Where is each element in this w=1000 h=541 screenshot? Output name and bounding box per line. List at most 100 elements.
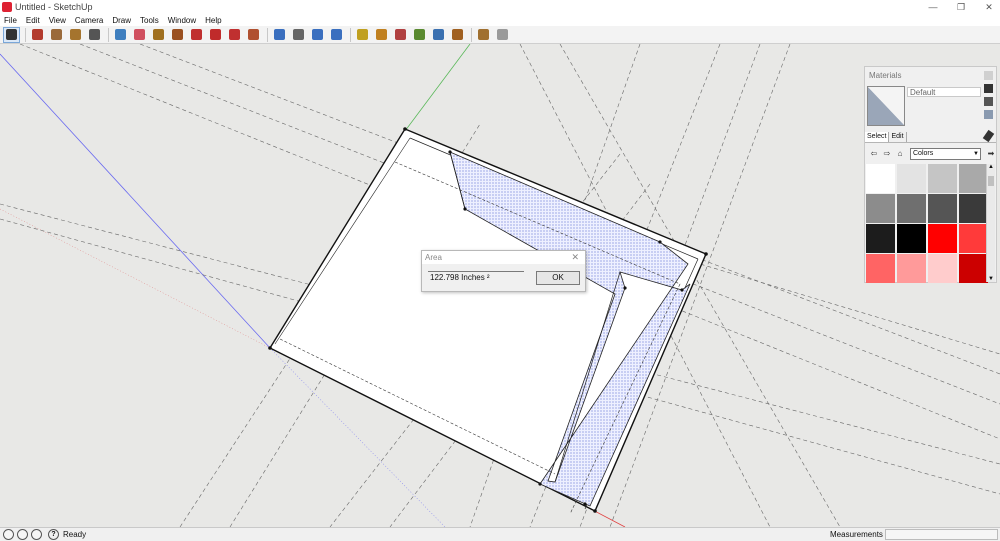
geo-location-status-icon[interactable] — [3, 529, 14, 540]
scroll-down-icon[interactable]: ▼ — [988, 276, 994, 282]
menu-tools[interactable]: Tools — [140, 16, 159, 25]
style-builder-button[interactable] — [475, 27, 492, 43]
close-icon[interactable]: ✕ — [571, 252, 579, 263]
color-swatch[interactable] — [897, 224, 926, 253]
extension-warehouse-button[interactable] — [392, 27, 409, 43]
sketchup-window: Untitled - SketchUp — ❐ ✕ File Edit View… — [0, 0, 1000, 541]
tab-edit[interactable]: Edit — [889, 132, 907, 142]
material-tabs: Select Edit — [865, 132, 996, 143]
geo-location-button[interactable] — [411, 27, 428, 43]
details-arrow-icon[interactable]: ➡ — [986, 149, 996, 159]
menu-draw[interactable]: Draw — [112, 16, 131, 25]
restore-button[interactable]: ❐ — [956, 2, 966, 13]
color-swatch[interactable] — [928, 254, 957, 283]
scrollbar-thumb[interactable] — [988, 176, 994, 186]
minimize-button[interactable]: — — [928, 2, 938, 12]
color-swatch[interactable] — [928, 224, 957, 253]
menu-bar: File Edit View Camera Draw Tools Window … — [0, 14, 1000, 26]
library-select[interactable]: Colors ▼ — [910, 148, 981, 160]
arc-tool-icon — [89, 29, 100, 40]
pan-tool-button[interactable] — [290, 27, 307, 43]
library-select-value: Colors — [913, 150, 934, 157]
back-arrow-icon[interactable]: ⇦ — [869, 149, 879, 159]
measurements-input[interactable] — [885, 529, 998, 540]
sample-paint-icon[interactable] — [984, 110, 993, 119]
color-swatch[interactable] — [959, 254, 988, 283]
paint-bucket-tool-icon — [134, 29, 145, 40]
extension-warehouse-icon — [395, 29, 406, 40]
user-account-status-icon[interactable] — [31, 529, 42, 540]
color-swatch[interactable] — [928, 164, 957, 193]
select-tool-button[interactable] — [3, 26, 20, 43]
tape-measure-tool-icon — [153, 29, 164, 40]
eraser-tool-button[interactable] — [112, 27, 129, 43]
color-swatch[interactable] — [897, 254, 926, 283]
layout-icon — [452, 29, 463, 40]
zoom-tool-button[interactable] — [309, 27, 326, 43]
material-name-field[interactable]: Default — [907, 87, 981, 97]
rectangle-tool-button[interactable] — [48, 27, 65, 43]
menu-view[interactable]: View — [49, 16, 66, 25]
follow-me-tool-button[interactable] — [245, 27, 262, 43]
share-model-button[interactable] — [373, 27, 390, 43]
menu-window[interactable]: Window — [168, 16, 196, 25]
tab-select[interactable]: Select — [865, 132, 890, 142]
swatch-scrollbar[interactable]: ▲ ▼ — [986, 164, 995, 282]
circle-tool-button[interactable] — [67, 27, 84, 43]
scroll-up-icon[interactable]: ▲ — [988, 164, 994, 170]
color-swatch[interactable] — [897, 164, 926, 193]
move-tool-button[interactable] — [188, 27, 205, 43]
3d-warehouse-icon — [357, 29, 368, 40]
layout-button[interactable] — [449, 27, 466, 43]
tape-measure-tool-button[interactable] — [150, 27, 167, 43]
rectangle-tool-icon — [51, 29, 62, 40]
color-swatch[interactable] — [897, 194, 926, 223]
zoom-extents-tool-button[interactable] — [328, 27, 345, 43]
default-material-swatch — [868, 87, 904, 125]
rotate-tool-icon — [229, 29, 240, 40]
pencil-tool-icon — [32, 29, 43, 40]
arc-tool-button[interactable] — [86, 27, 103, 43]
status-text: Ready — [63, 530, 87, 539]
paint-bucket-tool-button[interactable] — [131, 27, 148, 43]
color-swatch[interactable] — [928, 194, 957, 223]
menu-edit[interactable]: Edit — [26, 16, 40, 25]
color-swatch[interactable] — [959, 164, 988, 193]
ok-button[interactable]: OK — [536, 271, 580, 285]
rotate-tool-button[interactable] — [226, 27, 243, 43]
forward-arrow-icon[interactable]: ⇨ — [882, 149, 892, 159]
pencil-tool-button[interactable] — [29, 27, 46, 43]
components-button[interactable] — [494, 27, 511, 43]
color-swatch[interactable] — [866, 224, 895, 253]
orbit-tool-icon — [274, 29, 285, 40]
orbit-tool-button[interactable] — [271, 27, 288, 43]
color-swatch[interactable] — [866, 254, 895, 283]
home-icon[interactable]: ⌂ — [895, 149, 905, 159]
materials-panel-title: Materials — [869, 71, 902, 80]
menu-camera[interactable]: Camera — [75, 16, 103, 25]
create-material-icon[interactable] — [984, 84, 993, 93]
help-icon[interactable]: ? — [48, 529, 59, 540]
color-swatch[interactable] — [866, 194, 895, 223]
menu-help[interactable]: Help — [205, 16, 221, 25]
material-preview — [867, 86, 905, 126]
color-swatch[interactable] — [959, 224, 988, 253]
close-window-button[interactable]: ✕ — [984, 2, 994, 13]
green-axis-line — [404, 44, 471, 132]
select-tool-icon — [6, 29, 17, 40]
color-swatch[interactable] — [866, 164, 895, 193]
credits-status-icon[interactable] — [17, 529, 28, 540]
toolbar-separator — [267, 27, 268, 42]
area-value-field[interactable]: 122.798 Inches ² — [428, 271, 524, 283]
3d-warehouse-button[interactable] — [354, 27, 371, 43]
color-swatch[interactable] — [959, 194, 988, 223]
display-secondary-icon[interactable] — [984, 71, 993, 80]
push-pull-tool-button[interactable] — [169, 27, 186, 43]
area-dialog-title: Area — [422, 251, 585, 264]
menu-file[interactable]: File — [4, 16, 17, 25]
style-builder-icon — [478, 29, 489, 40]
offset-tool-button[interactable] — [207, 27, 224, 43]
default-fill-icon[interactable] — [984, 97, 993, 106]
add-location-button[interactable] — [430, 27, 447, 43]
measurements-label: Measurements — [830, 530, 883, 539]
